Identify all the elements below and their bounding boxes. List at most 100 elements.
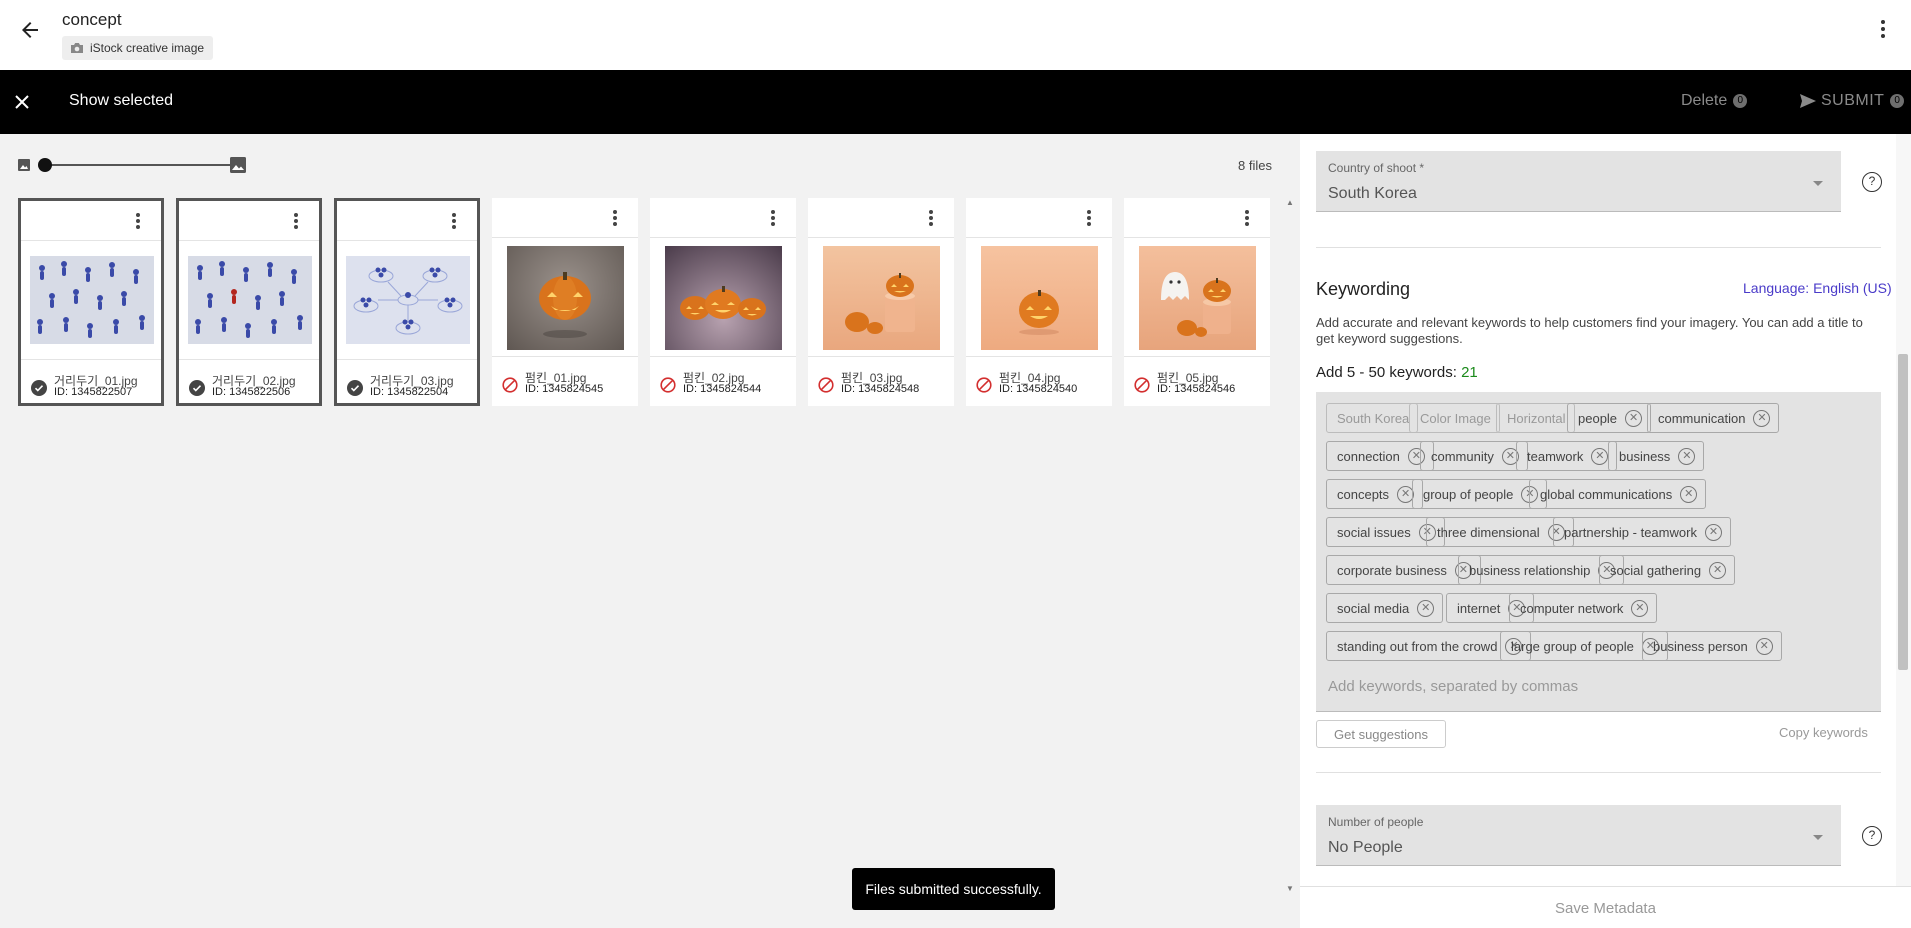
file-card[interactable]: 펌킨_01.jpg ID: 1345824545 xyxy=(492,198,638,406)
keyword-chip[interactable]: three dimensional ✕ xyxy=(1426,517,1574,547)
help-icon[interactable]: ? xyxy=(1862,826,1882,846)
remove-keyword-icon[interactable]: ✕ xyxy=(1417,599,1435,617)
remove-keyword-icon[interactable]: ✕ xyxy=(1625,409,1643,427)
card-more-icon[interactable] xyxy=(1086,210,1092,228)
file-thumbnail xyxy=(823,246,940,350)
keyword-chip-label: group of people xyxy=(1423,486,1514,502)
zoom-slider-track[interactable] xyxy=(44,164,232,166)
zoom-slider-handle[interactable] xyxy=(38,158,52,172)
success-toast: Files submitted successfully. xyxy=(852,868,1055,910)
keywording-description: Add accurate and relevant keywords to he… xyxy=(1316,315,1863,346)
keyword-chip[interactable]: group of people ✕ xyxy=(1412,479,1548,509)
file-card[interactable]: 펌킨_02.jpg ID: 1345824544 xyxy=(650,198,796,406)
number-of-people-select[interactable]: Number of people No People xyxy=(1316,805,1841,866)
more-vert-icon[interactable] xyxy=(1879,20,1887,42)
remove-keyword-icon[interactable]: ✕ xyxy=(1704,523,1722,541)
remove-keyword-icon[interactable]: ✕ xyxy=(1709,561,1727,579)
keyword-count: Add 5 - 50 keywords: 21 xyxy=(1316,364,1478,381)
keyword-chip-label: community xyxy=(1431,448,1494,464)
keyword-chip-label: concepts xyxy=(1337,486,1390,502)
country-of-shoot-select[interactable]: Country of shoot * South Korea xyxy=(1316,151,1841,212)
keyword-chip[interactable]: teamwork ✕ xyxy=(1516,441,1618,471)
card-more-icon[interactable] xyxy=(1244,210,1250,228)
file-card[interactable]: 펌킨_05.jpg ID: 1345824546 xyxy=(1124,198,1270,406)
file-id: ID: 1345822507 xyxy=(54,386,133,398)
copy-keywords-link[interactable]: Copy keywords xyxy=(1779,725,1868,740)
selection-action-bar: Show selected Delete 0 SUBMIT 0 xyxy=(0,70,1911,134)
keyword-chip[interactable]: community ✕ xyxy=(1420,441,1528,471)
save-metadata-button[interactable]: Save Metadata xyxy=(1300,887,1911,928)
remove-keyword-icon[interactable]: ✕ xyxy=(1631,599,1649,617)
file-id: ID: 1345822504 xyxy=(370,386,449,398)
file-card[interactable]: 거리두기_03.jpg ID: 1345822504 xyxy=(334,198,480,406)
file-card[interactable]: 거리두기_01.jpg ID: 1345822507 xyxy=(18,198,164,406)
remove-keyword-icon[interactable]: ✕ xyxy=(1680,485,1698,503)
keyword-chip-label: standing out from the crowd xyxy=(1337,638,1498,654)
keyword-chip[interactable]: social gathering ✕ xyxy=(1599,555,1736,585)
remove-keyword-icon[interactable]: ✕ xyxy=(1591,447,1609,465)
file-id: ID: 1345822506 xyxy=(212,386,291,398)
submit-label: SUBMIT xyxy=(1821,92,1885,109)
scroll-up-arrow-icon[interactable]: ▲ xyxy=(1286,198,1294,207)
help-icon[interactable]: ? xyxy=(1862,172,1882,192)
scroll-down-arrow-icon[interactable]: ▼ xyxy=(1286,884,1294,893)
keyword-chip[interactable]: connection ✕ xyxy=(1326,441,1434,471)
card-more-icon[interactable] xyxy=(612,210,618,228)
file-card[interactable]: 펌킨_03.jpg ID: 1345824548 xyxy=(808,198,954,406)
close-icon[interactable] xyxy=(11,91,33,113)
keyword-chip-label: social issues xyxy=(1337,524,1411,540)
keyword-chip[interactable]: partnership - teamwork ✕ xyxy=(1553,517,1731,547)
delete-button[interactable]: Delete 0 xyxy=(1681,92,1748,110)
file-id: ID: 1345824544 xyxy=(683,383,762,395)
keyword-chip[interactable]: global communications ✕ xyxy=(1529,479,1707,509)
country-field-value: South Korea xyxy=(1328,185,1417,202)
file-card[interactable]: 거리두기_02.jpg ID: 1345822506 xyxy=(176,198,322,406)
keyword-chip[interactable]: business person ✕ xyxy=(1642,631,1782,661)
remove-keyword-icon[interactable]: ✕ xyxy=(1753,409,1771,427)
card-more-icon[interactable] xyxy=(928,210,934,228)
file-id: ID: 1345824545 xyxy=(525,383,604,395)
card-more-icon[interactable] xyxy=(770,210,776,228)
keyword-chip-label: teamwork xyxy=(1527,448,1584,464)
file-thumbnail xyxy=(665,246,782,350)
not-submitted-icon xyxy=(660,377,676,393)
keyword-chip[interactable]: concepts ✕ xyxy=(1326,479,1424,509)
keyword-chip[interactable]: business ✕ xyxy=(1608,441,1705,471)
keyword-input[interactable] xyxy=(1316,674,1856,698)
keyword-chip[interactable]: social media ✕ xyxy=(1326,593,1444,623)
people-field-label: Number of people xyxy=(1328,815,1424,829)
back-arrow-icon[interactable] xyxy=(18,18,42,42)
send-icon xyxy=(1800,94,1816,108)
keyword-count-label: Add 5 - 50 keywords: xyxy=(1316,364,1457,381)
card-more-icon[interactable] xyxy=(293,213,299,231)
card-more-icon[interactable] xyxy=(451,213,457,231)
small-image-icon xyxy=(18,159,30,171)
keyword-chip-label: corporate business xyxy=(1337,562,1447,578)
file-id: ID: 1345824548 xyxy=(841,383,920,395)
fixed-keyword-chip: South Korea xyxy=(1326,403,1419,433)
remove-keyword-icon[interactable]: ✕ xyxy=(1755,637,1773,655)
submit-button[interactable]: SUBMIT 0 xyxy=(1799,92,1905,110)
file-count: 8 files xyxy=(1238,158,1272,173)
file-gallery: 8 files 거리두기_01.jpg ID: 1345822507 거리두기_… xyxy=(0,134,1300,928)
keyword-chip[interactable]: computer network ✕ xyxy=(1509,593,1658,623)
language-link[interactable]: Language: English (US) xyxy=(1743,280,1892,296)
save-bar: Save Metadata xyxy=(1300,886,1911,928)
file-card[interactable]: 펌킨_04.jpg ID: 1345824540 xyxy=(966,198,1112,406)
keyword-editor[interactable]: South KoreaColor ImageHorizontalpeople✕c… xyxy=(1316,392,1881,712)
keyword-chip-label: large group of people xyxy=(1511,638,1634,654)
get-suggestions-button[interactable]: Get suggestions xyxy=(1316,720,1446,748)
not-submitted-icon xyxy=(1134,377,1150,393)
keyword-chip[interactable]: communication ✕ xyxy=(1647,403,1780,433)
delete-label: Delete xyxy=(1681,92,1728,109)
keyword-chip-label: business relationship xyxy=(1469,562,1591,578)
keyword-chip[interactable]: people ✕ xyxy=(1567,403,1652,433)
fixed-keyword-chip: Horizontal xyxy=(1496,403,1575,433)
fixed-keyword-chip: Color Image xyxy=(1409,403,1500,433)
scrollbar-thumb[interactable] xyxy=(1898,354,1908,670)
not-submitted-icon xyxy=(502,377,518,393)
project-title: concept xyxy=(62,10,122,29)
file-id: ID: 1345824540 xyxy=(999,383,1078,395)
card-more-icon[interactable] xyxy=(135,213,141,231)
remove-keyword-icon[interactable]: ✕ xyxy=(1678,447,1696,465)
